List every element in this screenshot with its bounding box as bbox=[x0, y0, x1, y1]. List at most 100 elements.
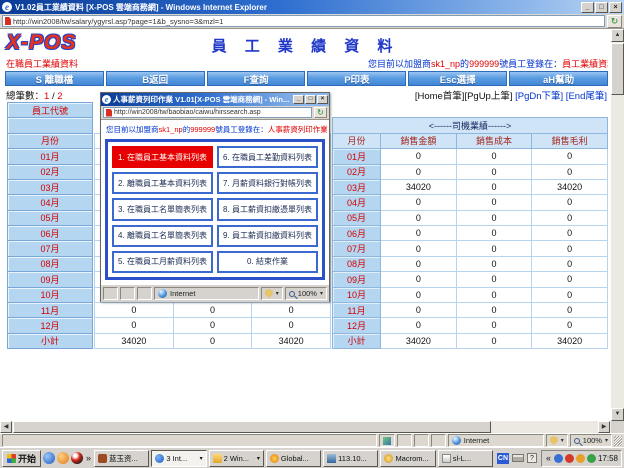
sales-cost-cell: 0 bbox=[457, 288, 533, 303]
internet-globe-icon bbox=[452, 436, 461, 445]
refresh-button[interactable]: ↻ bbox=[607, 15, 622, 28]
nav-hint: [PgDn下筆] bbox=[512, 91, 563, 102]
sales-cost-cell: 0 bbox=[457, 195, 533, 210]
data-cell: 34020 bbox=[252, 334, 331, 349]
month-label-cell: 08月 bbox=[7, 256, 93, 272]
record-count: 總筆數：1 / 2 bbox=[6, 88, 63, 102]
menu-button[interactable]: B返回 bbox=[106, 71, 205, 86]
scroll-down-button[interactable]: ▼ bbox=[611, 408, 624, 421]
protected-mode-panel[interactable]: ▾ bbox=[261, 287, 283, 300]
taskbar-window-button[interactable]: sl-L... ▾ bbox=[438, 450, 493, 467]
data-cell: 0 bbox=[174, 334, 253, 349]
report-menu-item[interactable]: 3. 在職員工名單簡表列表 bbox=[112, 198, 213, 220]
vertical-scroll-thumb[interactable] bbox=[611, 43, 624, 95]
close-button[interactable]: × bbox=[609, 2, 622, 13]
report-menu-item[interactable]: 6. 在職員工差勤資料列表 bbox=[217, 146, 318, 168]
start-button[interactable]: 开始 bbox=[2, 450, 41, 467]
language-indicator[interactable]: CN bbox=[497, 453, 509, 464]
scroll-left-button[interactable]: ◀ bbox=[0, 421, 12, 433]
sales-cost-cell: 0 bbox=[457, 149, 533, 164]
sales-profit-cell: 0 bbox=[532, 288, 608, 303]
month-label-cell: 11月 bbox=[333, 303, 381, 318]
popup-url-input[interactable]: http://win2008/tw/baobiao/caiwu/hirssear… bbox=[103, 107, 312, 118]
report-menu-item[interactable]: 0. 結束作業 bbox=[217, 251, 318, 273]
taskbar-window-button[interactable]: Global... ▾ bbox=[266, 450, 321, 467]
taskbar-window-button[interactable]: Macrom... ▾ bbox=[380, 450, 435, 467]
report-menu-item[interactable]: 9. 員工薪資扣繳資料列表 bbox=[217, 225, 318, 247]
menu-button[interactable]: S 離職檔 bbox=[5, 71, 104, 86]
popup-minimize-button[interactable]: _ bbox=[293, 95, 304, 104]
report-menu-item[interactable]: 2. 離職員工基本資料列表 bbox=[112, 172, 213, 194]
shield-icon bbox=[265, 289, 273, 298]
popup-restore-button[interactable]: □ bbox=[305, 95, 316, 104]
quick-launch-qq-icon[interactable] bbox=[71, 452, 83, 464]
menu-button[interactable]: Esc選擇 bbox=[408, 71, 507, 86]
month-label-cell: 08月 bbox=[333, 257, 381, 272]
status-segment bbox=[120, 287, 135, 300]
data-cell: 34020 bbox=[95, 334, 174, 349]
taskbar-window-button[interactable]: 2 Win... ▾ bbox=[209, 450, 264, 467]
taskbar-button-label: Macrom... bbox=[395, 454, 428, 463]
scroll-right-button[interactable]: ▶ bbox=[598, 421, 610, 433]
report-menu-item[interactable]: 1. 在職員工基本資料列表 bbox=[112, 146, 213, 168]
taskbar-window-button[interactable]: 蓝玉资... ▾ bbox=[94, 450, 149, 467]
protected-mode-panel[interactable]: ▾ bbox=[546, 434, 568, 447]
report-menu-item[interactable]: 5. 在職員工月薪資料列表 bbox=[112, 251, 213, 273]
taskbar-button-label: Global... bbox=[281, 454, 309, 463]
quick-launch-messenger-icon[interactable] bbox=[57, 452, 69, 464]
report-menu-item[interactable]: 8. 員工薪資扣繳憑單列表 bbox=[217, 198, 318, 220]
popup-refresh-button[interactable]: ↻ bbox=[314, 107, 327, 118]
login-emp-no: 999999 bbox=[190, 125, 215, 134]
zoom-level-text: 100% bbox=[583, 436, 602, 445]
taskbar-window-button[interactable]: 113.10... ▾ bbox=[323, 450, 378, 467]
driver-performance-table: <------司機業績------> 月份 銷售金額 銷售成本 銷售毛利 01月… bbox=[332, 117, 608, 349]
zoom-panel[interactable]: 100% ▾ bbox=[285, 287, 327, 300]
report-menu-item[interactable]: 4. 離職員工名單簡表列表 bbox=[112, 225, 213, 247]
report-menu-item[interactable]: 7. 月薪資料銀行對帳列表 bbox=[217, 172, 318, 194]
menu-button[interactable]: aH幫助 bbox=[509, 71, 608, 86]
address-bar: http://win2008/tw/salary/ygyrsl.asp?page… bbox=[0, 14, 624, 29]
login-prefix: 您目前以加盟商 bbox=[368, 59, 431, 69]
popup-content: 您目前以加盟商sk1_np的999999號員工登錄在：人事薪資列印作業 1. 在… bbox=[101, 120, 329, 285]
popup-titlebar[interactable]: e 人事薪資列印作業 V1.01[X-POS 雲端商務網] - Win... _… bbox=[101, 93, 329, 106]
status-segment bbox=[103, 287, 118, 300]
tray-icon[interactable] bbox=[554, 454, 563, 463]
printer-icon[interactable] bbox=[512, 454, 524, 462]
quick-launch: » bbox=[43, 452, 92, 464]
page-subtitle: 在職員工業績資料 bbox=[6, 57, 78, 70]
url-input[interactable]: http://win2008/tw/salary/ygyrsl.asp?page… bbox=[2, 15, 605, 27]
window-titlebar: e V1.02員工業績資料 [X-POS 雲端商務網] - Windows In… bbox=[0, 0, 624, 14]
horizontal-scrollbar[interactable]: ◀ ▶ bbox=[0, 421, 611, 433]
resize-grip[interactable] bbox=[614, 436, 622, 446]
scroll-up-button[interactable]: ▲ bbox=[611, 29, 624, 42]
taskbar-window-button[interactable]: 3 Int... ▾ bbox=[151, 450, 206, 467]
column-header-sales-cost: 銷售成本 bbox=[457, 134, 533, 149]
quick-launch-ie-icon[interactable] bbox=[43, 452, 55, 464]
sales-profit-cell: 0 bbox=[532, 272, 608, 287]
horizontal-scroll-thumb[interactable] bbox=[13, 421, 491, 433]
taskbar-button-icon bbox=[270, 454, 279, 463]
sales-amount-cell: 0 bbox=[381, 226, 457, 241]
popup-close-button[interactable]: × bbox=[317, 95, 328, 104]
month-label-cell: 12月 bbox=[7, 317, 93, 333]
quick-launch-overflow-chevron[interactable]: » bbox=[85, 453, 92, 463]
sales-amount-cell: 0 bbox=[381, 149, 457, 164]
sales-cost-cell: 0 bbox=[457, 334, 533, 349]
record-count-label: 總筆數： bbox=[6, 91, 44, 102]
month-label-cell: 02月 bbox=[7, 164, 93, 180]
data-cell: 0 bbox=[174, 303, 253, 318]
restore-button[interactable]: □ bbox=[595, 2, 608, 13]
tray-collapse-chevron[interactable]: « bbox=[545, 453, 552, 463]
help-icon[interactable]: ? bbox=[527, 453, 537, 463]
minimize-button[interactable]: _ bbox=[581, 2, 594, 13]
vertical-scrollbar[interactable]: ▲ ▼ bbox=[611, 29, 624, 421]
tray-icon[interactable] bbox=[565, 454, 574, 463]
tray-icon[interactable] bbox=[587, 454, 596, 463]
tray-icon[interactable] bbox=[576, 454, 585, 463]
chevron-down-icon: ▾ bbox=[561, 437, 564, 444]
menu-button[interactable]: F查詢 bbox=[207, 71, 306, 86]
login-suffix: 號員工登錄在： bbox=[215, 125, 268, 134]
menu-button[interactable]: P印表 bbox=[307, 71, 406, 86]
month-label-cell: 小計 bbox=[7, 333, 93, 349]
zoom-panel[interactable]: 100% ▾ bbox=[570, 434, 612, 447]
